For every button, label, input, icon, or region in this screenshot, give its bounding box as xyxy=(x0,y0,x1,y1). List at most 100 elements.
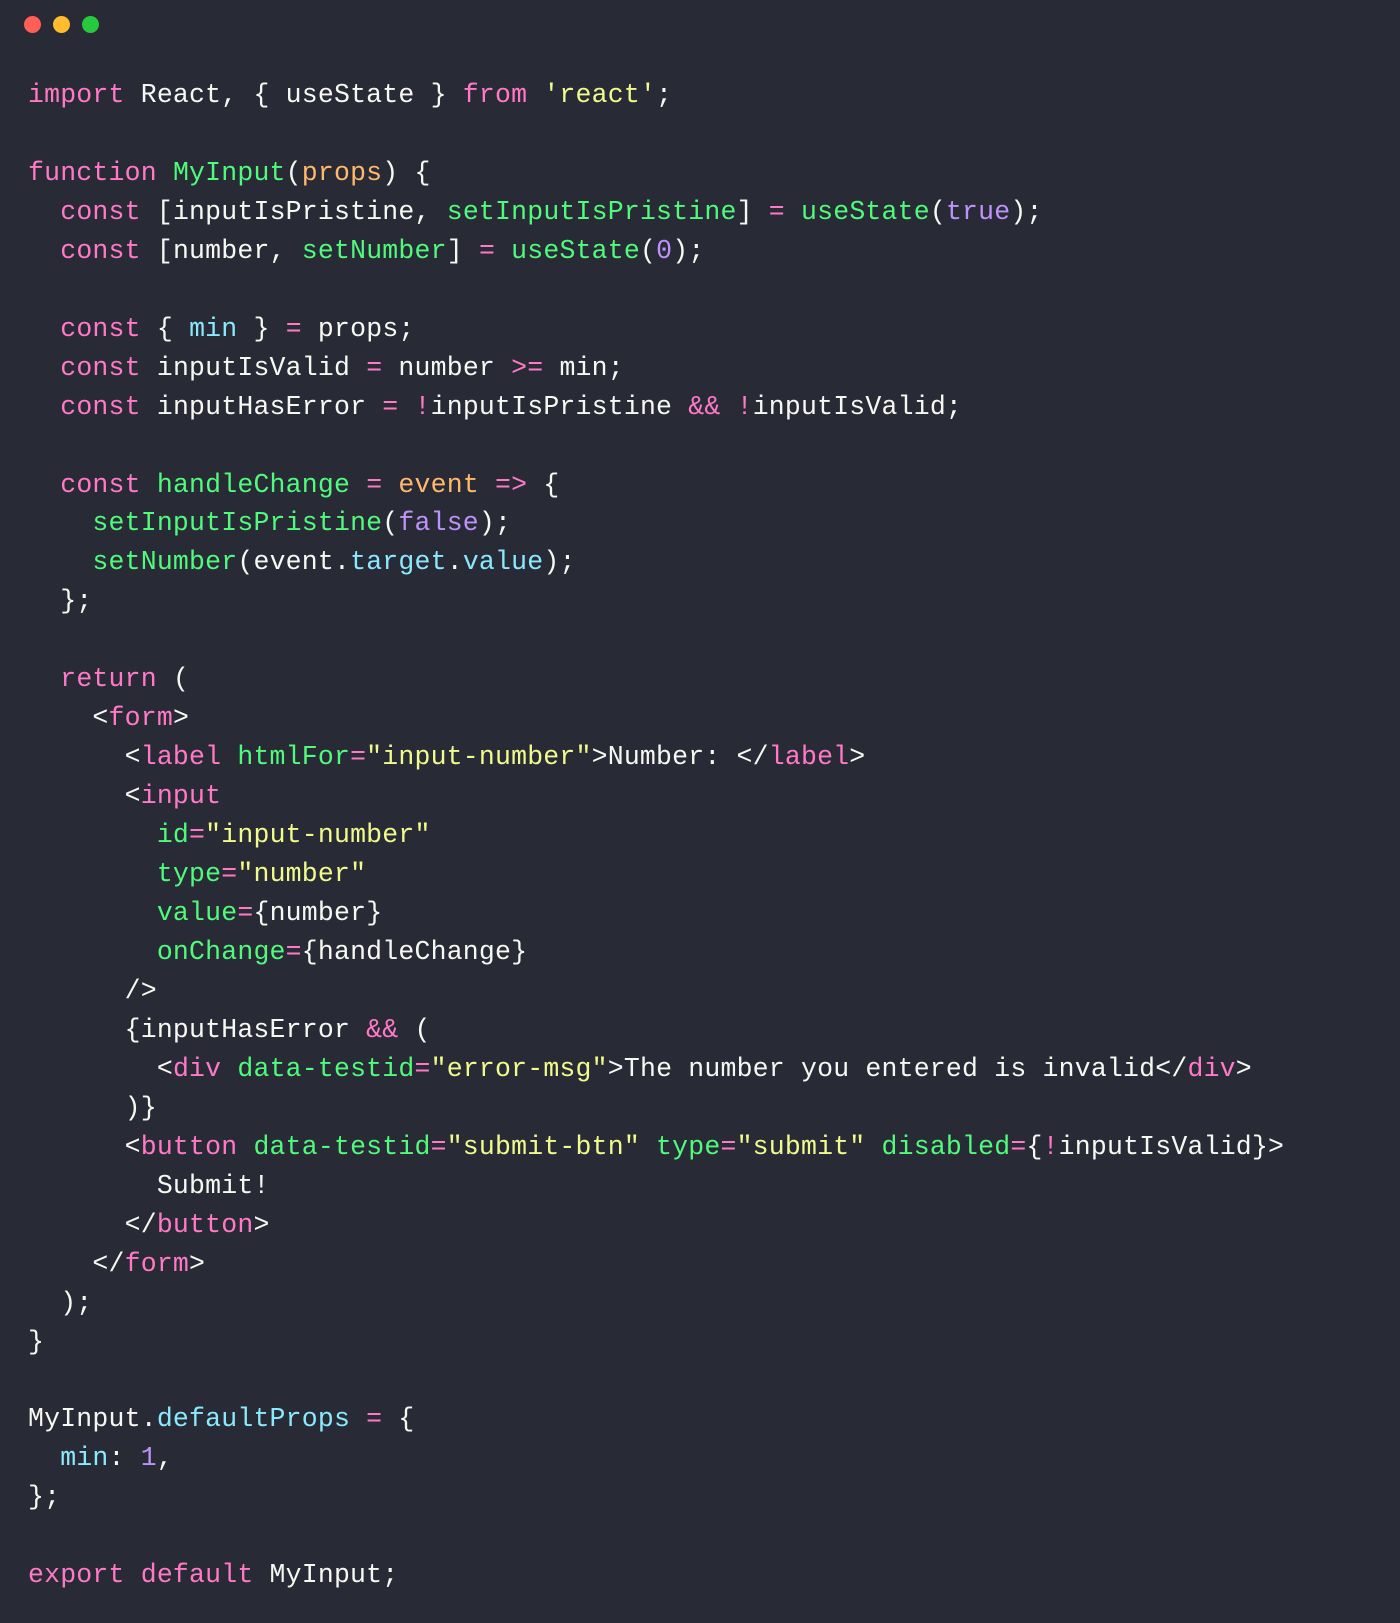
code-token xyxy=(28,392,60,422)
code-token: useState xyxy=(801,197,930,227)
code-token: > xyxy=(1236,1054,1252,1084)
code-token: type xyxy=(157,859,221,889)
code-token: props; xyxy=(318,314,415,344)
zoom-icon[interactable] xyxy=(82,16,99,33)
code-token: MyInput xyxy=(173,158,286,188)
code-token xyxy=(350,470,366,500)
code-token: : xyxy=(109,1443,141,1473)
code-token: button xyxy=(157,1210,254,1240)
code-token: onChange xyxy=(157,937,286,967)
code-token: = xyxy=(431,1132,447,1162)
code-token: data-testid xyxy=(253,1132,430,1162)
code-token: number xyxy=(270,898,367,928)
editor-window: import React, { useState } from 'react';… xyxy=(0,0,1400,1598)
code-token: = xyxy=(286,937,302,967)
code-token: min xyxy=(189,314,237,344)
code-token: . xyxy=(447,547,463,577)
code-token: < xyxy=(28,703,109,733)
code-token: [ xyxy=(157,197,173,227)
code-token: "error-msg" xyxy=(431,1054,608,1084)
code-token: const xyxy=(60,197,157,227)
code-token: ! xyxy=(737,392,753,422)
code-token: = xyxy=(189,820,205,850)
code-token: id xyxy=(157,820,189,850)
code-token: { xyxy=(1026,1132,1042,1162)
code-token: ); xyxy=(1010,197,1042,227)
code-token: { xyxy=(302,937,318,967)
code-token: min xyxy=(60,1443,108,1473)
code-token: ( xyxy=(173,664,189,694)
code-token: > xyxy=(849,742,865,772)
code-token: false xyxy=(398,508,479,538)
code-token: < xyxy=(28,1132,141,1162)
code-token xyxy=(28,470,60,500)
code-token xyxy=(237,1132,253,1162)
code-token: } xyxy=(366,898,382,928)
code-token: const xyxy=(60,353,157,383)
code-token: ! xyxy=(1043,1132,1059,1162)
code-token xyxy=(28,314,60,344)
code-token: event xyxy=(253,547,334,577)
code-token: type xyxy=(656,1132,720,1162)
code-token: "number" xyxy=(237,859,366,889)
code-token: inputIsValid xyxy=(1059,1132,1252,1162)
code-token: const xyxy=(60,470,157,500)
code-token: </ xyxy=(737,742,769,772)
code-token: React xyxy=(141,80,222,110)
code-token: { xyxy=(543,470,559,500)
code-token: > xyxy=(173,703,189,733)
code-token: = xyxy=(415,1054,431,1084)
code-token: ! xyxy=(415,392,431,422)
code-token: > xyxy=(189,1249,205,1279)
code-token xyxy=(221,1054,237,1084)
code-token xyxy=(28,197,60,227)
code-token: = xyxy=(286,314,318,344)
code-token: , xyxy=(415,197,447,227)
code-token: ( xyxy=(640,236,656,266)
code-token: = xyxy=(1010,1132,1026,1162)
code-token: = xyxy=(237,898,253,928)
code-token: = xyxy=(366,1404,398,1434)
code-token xyxy=(28,508,92,538)
code-token: "submit-btn" xyxy=(447,1132,640,1162)
code-token: number xyxy=(173,236,270,266)
code-token: , { xyxy=(221,80,285,110)
code-token: = xyxy=(221,859,237,889)
code-token: = xyxy=(382,392,414,422)
code-token: The number you entered is invalid xyxy=(624,1054,1155,1084)
code-token: }> xyxy=(1252,1132,1284,1162)
code-token: }; xyxy=(28,586,92,616)
code-token: </ xyxy=(28,1249,125,1279)
code-token: target xyxy=(350,547,447,577)
code-token xyxy=(28,547,92,577)
code-token: export xyxy=(28,1560,141,1590)
code-token: min; xyxy=(559,353,623,383)
code-token: const xyxy=(60,314,157,344)
window-titlebar xyxy=(0,0,1400,48)
code-token: value xyxy=(157,898,238,928)
code-token: > xyxy=(592,742,608,772)
code-token: ] xyxy=(737,197,769,227)
code-token xyxy=(28,353,60,383)
minimize-icon[interactable] xyxy=(53,16,70,33)
code-token: disabled xyxy=(882,1132,1011,1162)
code-token: return xyxy=(60,664,173,694)
code-token: ); xyxy=(543,547,575,577)
close-icon[interactable] xyxy=(24,16,41,33)
code-token: ); xyxy=(479,508,511,538)
code-token: < xyxy=(28,1054,173,1084)
code-content[interactable]: import React, { useState } from 'react';… xyxy=(0,48,1400,1623)
code-token: import xyxy=(28,80,141,110)
code-token: label xyxy=(141,742,222,772)
code-token: . xyxy=(141,1404,157,1434)
code-token: = xyxy=(366,353,398,383)
code-token: default xyxy=(141,1560,270,1590)
code-token: , xyxy=(270,236,302,266)
code-token: = xyxy=(769,197,801,227)
code-token xyxy=(28,820,157,850)
code-token xyxy=(865,1132,881,1162)
code-token: const xyxy=(60,392,157,422)
code-token: { xyxy=(28,1015,141,1045)
code-token: useState xyxy=(511,236,640,266)
code-token: label xyxy=(769,742,850,772)
